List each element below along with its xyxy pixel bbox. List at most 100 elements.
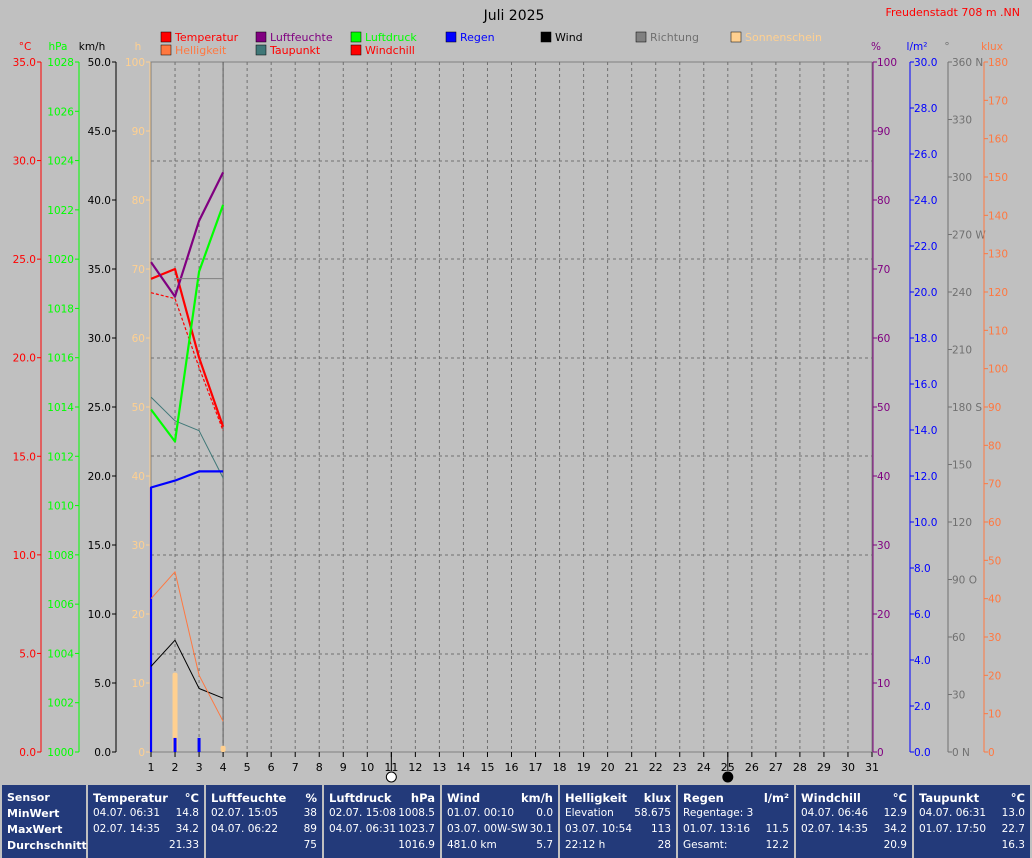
axis-tick-label: 20.0 [914,287,937,299]
axis-tick-label: 12.0 [914,471,937,483]
axis-tick-label: 10.0 [88,609,111,621]
x-tick-label: 19 [577,761,591,774]
axis-tick-label: 1006 [47,599,74,611]
stats-cell-label: 01.07. 13:16 [683,823,750,835]
legend-swatch [255,44,267,56]
x-tick-label: 16 [505,761,519,774]
stats-cell-value: 16.3 [1001,839,1025,851]
legend-swatch [540,31,552,43]
stats-cell-value: 12.2 [765,839,789,851]
axis-tick-label: 1028 [47,57,74,69]
axis-tick-label: 90 [132,126,145,138]
axis-tick-label: 30.0 [13,156,36,168]
stats-row: 01.07. 00:10 0.0 [447,807,553,823]
stats-row: 04.07. 06:31 13.0 [919,807,1025,823]
axis-tick-label: 0.0 [19,747,36,759]
stats-header: Luftfeuchte% [211,791,317,807]
stats-cell-value: 89 [303,823,317,835]
x-tick-label: 20 [601,761,615,774]
stats-panel: Sensor MinWert MaxWert Durchschnitt Temp… [0,785,1032,858]
axis-tick-label: 30 [132,540,145,552]
x-tick-label: 21 [625,761,639,774]
legend-label: Richtung [650,31,699,44]
axis-tick-label: 330 [952,115,972,127]
axis-tick-label: 130 [988,249,1008,261]
axis-tick-label: 1008 [47,550,74,562]
stats-cell-value: 20.9 [883,839,907,851]
axis-tick-label: 80 [132,195,145,207]
station-label: Freudenstadt 708 m .NN [885,6,1020,19]
stats-cell-value: 58.675 [634,807,671,819]
stats-cell-value: 1008.5 [398,807,435,819]
x-tick-label: 1 [148,761,155,774]
stats-row: 1016.9 [329,839,435,855]
stats-header: Regen l/m² [683,791,789,807]
stats-row: 01.07. 17:50 22.7 [919,823,1025,839]
axis-tick-label: 100 [988,364,1008,376]
axis-tick-label: 40 [988,594,1001,606]
axis-tick-label: 5.0 [94,678,111,690]
axis-tick-label: 1012 [47,451,74,463]
stats-cell-value: 34.2 [175,823,199,835]
legend-label: Luftfeuchte [270,31,333,44]
stats-label-max: MaxWert [7,823,63,836]
stats-header: Wind km/h [447,791,553,807]
full-moon-icon [385,771,397,783]
stats-row: 22:12 h 28 [565,839,671,855]
stats-header: Temperatur °C [93,791,199,807]
stats-cell-value: 38 [303,807,317,819]
axis-unit-label: % [871,41,881,53]
axis-tick-label: 1002 [47,698,74,710]
axis-tick-label: 0.0 [914,747,931,759]
axis-tick-label: 0 N [952,747,970,759]
stats-cell-label: 01.07. 17:50 [919,823,986,835]
stats-cell-label: 04.07. 06:46 [801,807,868,819]
axis-tick-label: 120 [988,287,1008,299]
axis-tick-label: 30 [877,540,890,552]
axis-tick-label: 50 [877,402,890,414]
legend-swatch [350,31,362,43]
stats-header: Helligkeit klux [565,791,671,807]
axis-tick-label: 15.0 [13,451,36,463]
stats-cell-value: 13.0 [1001,807,1025,819]
axis-tick-label: 8.0 [914,563,931,575]
stats-col-helligkeit: Helligkeit klux Elevation 58.675 03.07. 10:5… [560,785,676,858]
stats-cell-value: 12.9 [883,807,907,819]
axis-unit-label: hPa [49,41,68,53]
axis-tick-label: 22.0 [914,241,937,253]
x-tick-label: 6 [268,761,275,774]
axis-tick-label: 40 [132,471,145,483]
axis-tick-label: 70 [877,264,890,276]
axis-tick-label: 10 [988,709,1001,721]
stats-row: 04.07. 06:46 12.9 [801,807,907,823]
axis-tick-label: 150 [952,460,972,472]
stats-cell-value: 0.0 [536,807,553,819]
axis-tick-label: 90 O [952,575,977,587]
axis-tick-label: 1014 [47,402,74,414]
stats-cell-value: 22.7 [1001,823,1025,835]
axis-tick-label: 100 [125,57,145,69]
stats-col-luftdruck: Luftdruck hPa 02.07. 15:08 1008.5 04.07. 06:… [324,785,440,858]
legend-label: Temperatur [174,31,239,44]
axis-tick-label: 60 [877,333,890,345]
stats-row: 04.07. 06:22 89 [211,823,317,839]
stats-row: 16.3 [919,839,1025,855]
axis-tick-label: 240 [952,287,972,299]
rain-bar [197,737,201,752]
axis-tick-label: 140 [988,210,1008,222]
axis-tick-label: 45.0 [88,126,111,138]
axis-tick-label: 20 [988,670,1001,682]
stats-header-name: Temperatur [93,791,168,805]
stats-row: 01.07. 13:16 11.5 [683,823,789,839]
legend-label: Regen [460,31,495,44]
x-tick-label: 14 [456,761,470,774]
stats-header-name: Wind [447,791,481,805]
axis-tick-label: 110 [988,325,1008,337]
legend-swatch [160,31,172,43]
axis-tick-label: 70 [988,479,1001,491]
stats-cell-label: 04.07. 06:31 [329,823,396,835]
stats-header-name: Regen [683,791,724,805]
stats-row: 03.07. 00W-SW 30.1 [447,823,553,839]
stats-row: 21.33 [93,839,199,855]
stats-row: 04.07. 06:31 1023.7 [329,823,435,839]
